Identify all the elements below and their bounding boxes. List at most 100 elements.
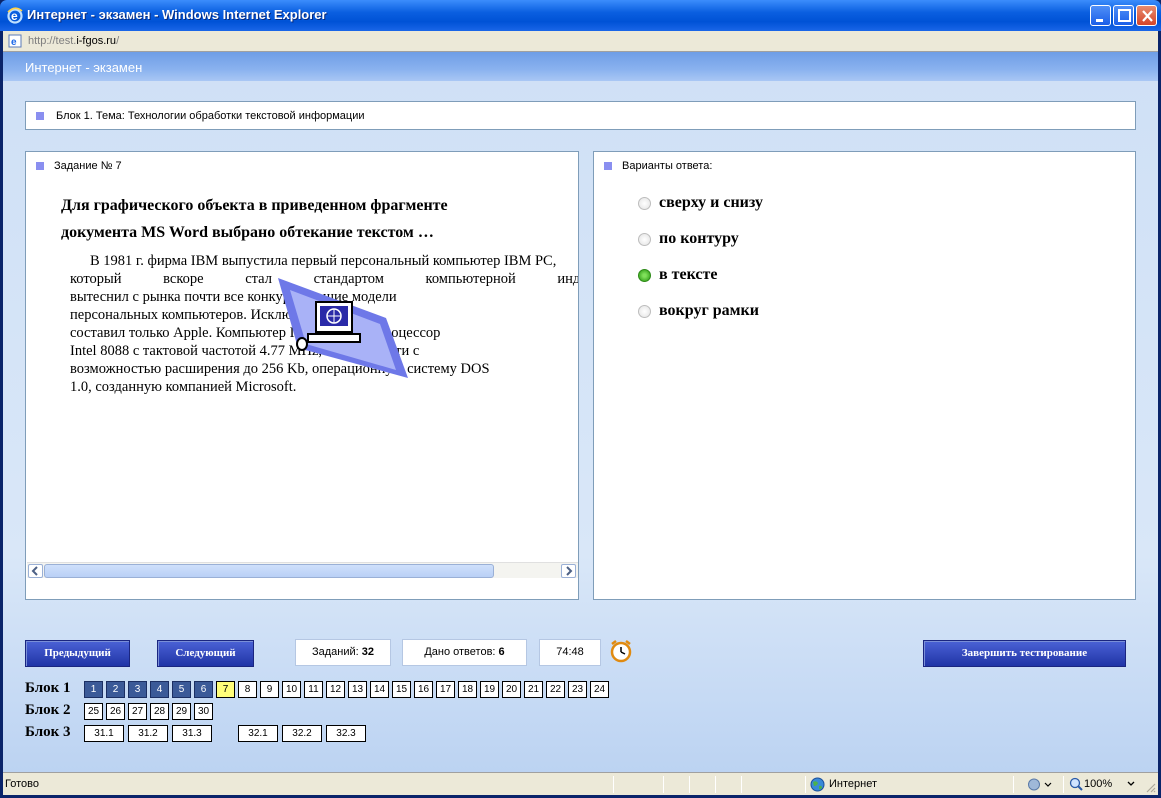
svg-text:e: e	[11, 37, 17, 48]
block-2-label: Блок 2	[25, 702, 71, 718]
computer-clipart-icon	[278, 278, 408, 378]
app-header: Интернет - экзамен	[3, 52, 1158, 81]
question-box[interactable]: 28	[150, 703, 169, 720]
question-box[interactable]: 32.1	[238, 725, 278, 742]
question-box[interactable]: 23	[568, 681, 587, 698]
question-box[interactable]: 8	[238, 681, 257, 698]
question-box[interactable]: 12	[326, 681, 345, 698]
question-box[interactable]: 7	[216, 681, 235, 698]
question-box[interactable]: 26	[106, 703, 125, 720]
answered-counter-value: 6	[498, 646, 505, 658]
window-titlebar: e Интернет - экзамен - Windows Internet …	[0, 0, 1161, 31]
question-box[interactable]: 5	[172, 681, 191, 698]
answered-counter-label: Дано ответов:	[424, 646, 496, 658]
question-box[interactable]: 9	[260, 681, 279, 698]
question-box[interactable]: 19	[480, 681, 499, 698]
question-box[interactable]: 18	[458, 681, 477, 698]
block-topic-text: Блок 1. Тема: Технологии обработки текст…	[56, 110, 365, 122]
question-box[interactable]: 4	[150, 681, 169, 698]
scroll-left-button[interactable]	[28, 564, 43, 578]
question-box[interactable]: 13	[348, 681, 367, 698]
question-box[interactable]: 32.2	[282, 725, 322, 742]
question-box[interactable]: 15	[392, 681, 411, 698]
question-box[interactable]: 17	[436, 681, 455, 698]
question-box[interactable]: 25	[84, 703, 103, 720]
horizontal-scrollbar[interactable]	[27, 562, 578, 578]
answers-panel: Варианты ответа: сверху и снизу по конту…	[593, 151, 1136, 600]
scroll-right-button[interactable]	[561, 564, 576, 578]
zoom-level[interactable]: 100%	[1084, 778, 1112, 790]
question-box[interactable]: 22	[546, 681, 565, 698]
globe-icon	[810, 777, 825, 792]
radio-button[interactable]	[638, 305, 651, 318]
arrow-right-icon	[566, 566, 573, 576]
question-box[interactable]: 3	[128, 681, 147, 698]
minimize-button[interactable]	[1090, 5, 1111, 26]
question-box[interactable]: 24	[590, 681, 609, 698]
question-box[interactable]: 30	[194, 703, 213, 720]
question-box[interactable]: 29	[172, 703, 191, 720]
question-box[interactable]: 27	[128, 703, 147, 720]
url-text: http://test.i-fgos.ru/	[28, 35, 120, 47]
question-box[interactable]: 32.3	[326, 725, 366, 742]
scroll-thumb[interactable]	[44, 564, 494, 578]
question-box[interactable]: 2	[106, 681, 125, 698]
page-icon: e	[8, 34, 22, 48]
previous-button[interactable]: Предыдущий	[25, 640, 130, 667]
maximize-button[interactable]	[1113, 5, 1134, 26]
status-text: Готово	[5, 778, 39, 790]
question-box[interactable]: 11	[304, 681, 323, 698]
alarm-clock-icon	[610, 640, 632, 663]
question-box[interactable]: 31.1	[84, 725, 124, 742]
block-1-label: Блок 1	[25, 680, 71, 696]
address-bar[interactable]: e http://test.i-fgos.ru/	[3, 31, 1158, 52]
answer-text[interactable]: вокруг рамки	[659, 302, 759, 320]
question-box[interactable]: 6	[194, 681, 213, 698]
answer-text[interactable]: сверху и снизу	[659, 194, 763, 212]
bullet-icon	[604, 162, 612, 170]
internet-explorer-icon: e	[7, 7, 23, 24]
question-box[interactable]: 1	[84, 681, 103, 698]
minimize-icon	[1096, 19, 1103, 22]
radio-button[interactable]	[638, 197, 651, 210]
tasks-counter-value: 32	[361, 646, 375, 658]
status-divider	[663, 776, 664, 793]
zoom-icon[interactable]	[1069, 777, 1083, 791]
page-content: Интернет - экзамен Блок 1. Тема: Техноло…	[3, 52, 1158, 772]
task-label: Задание № 7	[54, 160, 122, 172]
status-divider	[805, 776, 806, 793]
radio-button-selected[interactable]	[638, 269, 651, 282]
question-box[interactable]: 21	[524, 681, 543, 698]
answered-counter: Дано ответов: 6	[402, 639, 527, 666]
protected-mode-icon[interactable]	[1027, 777, 1053, 792]
radio-button[interactable]	[638, 233, 651, 246]
finish-test-button[interactable]: Завершить тестирование	[923, 640, 1126, 667]
tasks-counter: Заданий: 32	[295, 639, 391, 666]
question-box[interactable]: 31.2	[128, 725, 168, 742]
document-fragment-image: В 1981 г. фирма IBM выпустила первый пер…	[70, 250, 578, 402]
bullet-icon	[36, 162, 44, 170]
question-box[interactable]: 10	[282, 681, 301, 698]
maximize-icon	[1118, 9, 1131, 22]
question-line: документа MS Word выбрано обтекание текс…	[61, 224, 434, 241]
fragment-line: В 1981 г. фирма IBM выпустила первый пер…	[90, 253, 557, 269]
timer: 74:48	[539, 639, 601, 666]
question-box[interactable]: 31.3	[172, 725, 212, 742]
next-button[interactable]: Следующий	[157, 640, 254, 667]
close-button[interactable]	[1136, 5, 1157, 26]
chevron-down-icon[interactable]	[1126, 779, 1136, 789]
status-divider	[689, 776, 690, 793]
security-zone-text: Интернет	[829, 778, 877, 790]
status-divider	[1063, 776, 1064, 793]
status-divider	[613, 776, 614, 793]
question-box[interactable]: 20	[502, 681, 521, 698]
status-bar: Готово Интернет 100%	[3, 772, 1158, 795]
resize-grip-icon[interactable]	[1144, 781, 1156, 793]
answers-label: Варианты ответа:	[622, 160, 713, 172]
question-box[interactable]: 14	[370, 681, 389, 698]
answer-text[interactable]: по контуру	[659, 230, 739, 248]
question-text: Для графического объекта в приведенном ф…	[61, 192, 521, 246]
question-box[interactable]: 16	[414, 681, 433, 698]
answer-text[interactable]: в тексте	[659, 266, 717, 284]
close-icon	[1142, 10, 1153, 22]
